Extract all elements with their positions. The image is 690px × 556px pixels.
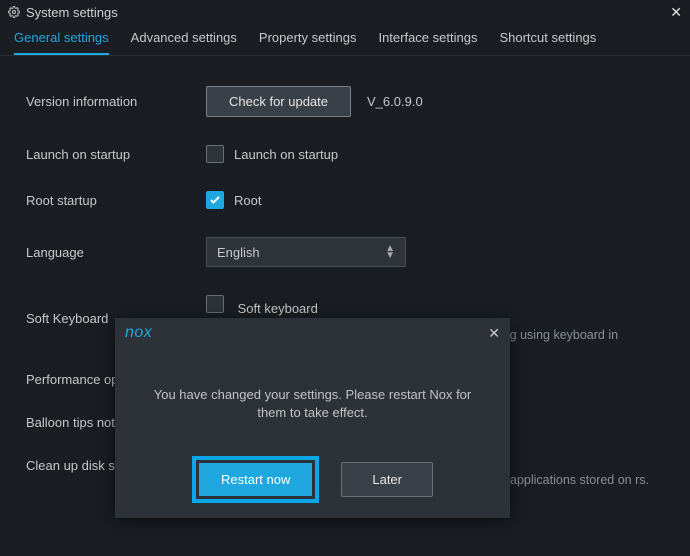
row-version: Version information Check for update V_6… xyxy=(26,86,670,117)
restart-modal: nox ✕ You have changed your settings. Pl… xyxy=(115,318,510,518)
row-root: Root startup Root xyxy=(26,191,670,209)
launch-label: Launch on startup xyxy=(26,147,206,162)
language-label: Language xyxy=(26,245,206,260)
gear-icon xyxy=(8,6,20,18)
chevron-updown-icon: ▲▼ xyxy=(385,245,395,259)
tab-interface[interactable]: Interface settings xyxy=(378,30,477,55)
language-select[interactable]: English ▲▼ xyxy=(206,237,406,267)
launch-checkbox-label: Launch on startup xyxy=(234,147,338,162)
check-update-button[interactable]: Check for update xyxy=(206,86,351,117)
restart-now-button[interactable]: Restart now xyxy=(199,463,312,496)
restart-highlight: Restart now xyxy=(192,456,319,503)
modal-actions: Restart now Later xyxy=(115,456,510,503)
tab-advanced[interactable]: Advanced settings xyxy=(131,30,237,55)
tab-general[interactable]: General settings xyxy=(14,30,109,55)
later-button[interactable]: Later xyxy=(341,462,433,497)
titlebar: System settings ✕ xyxy=(0,0,690,24)
softkb-checkbox[interactable] xyxy=(206,295,224,313)
version-value: V_6.0.9.0 xyxy=(367,94,423,109)
tab-property[interactable]: Property settings xyxy=(259,30,357,55)
modal-message: You have changed your settings. Please r… xyxy=(115,342,510,422)
close-icon[interactable]: ✕ xyxy=(670,4,682,21)
launch-checkbox[interactable] xyxy=(206,145,224,163)
nox-logo: nox xyxy=(125,324,152,342)
softkb-checkbox-label: Soft keyboard xyxy=(238,301,318,316)
root-label: Root startup xyxy=(26,193,206,208)
modal-close-icon[interactable]: ✕ xyxy=(488,325,500,342)
language-value: English xyxy=(217,245,260,260)
root-checkbox-label: Root xyxy=(234,193,261,208)
row-language: Language English ▲▼ xyxy=(26,237,670,267)
disk-helper: applications stored on rs. xyxy=(510,472,670,488)
row-launch: Launch on startup Launch on startup xyxy=(26,145,670,163)
modal-titlebar: nox ✕ xyxy=(115,318,510,342)
tab-shortcut[interactable]: Shortcut settings xyxy=(499,30,596,55)
window-title: System settings xyxy=(26,5,118,20)
tabs: General settings Advanced settings Prope… xyxy=(0,24,690,56)
root-checkbox[interactable] xyxy=(206,191,224,209)
version-label: Version information xyxy=(26,94,206,109)
